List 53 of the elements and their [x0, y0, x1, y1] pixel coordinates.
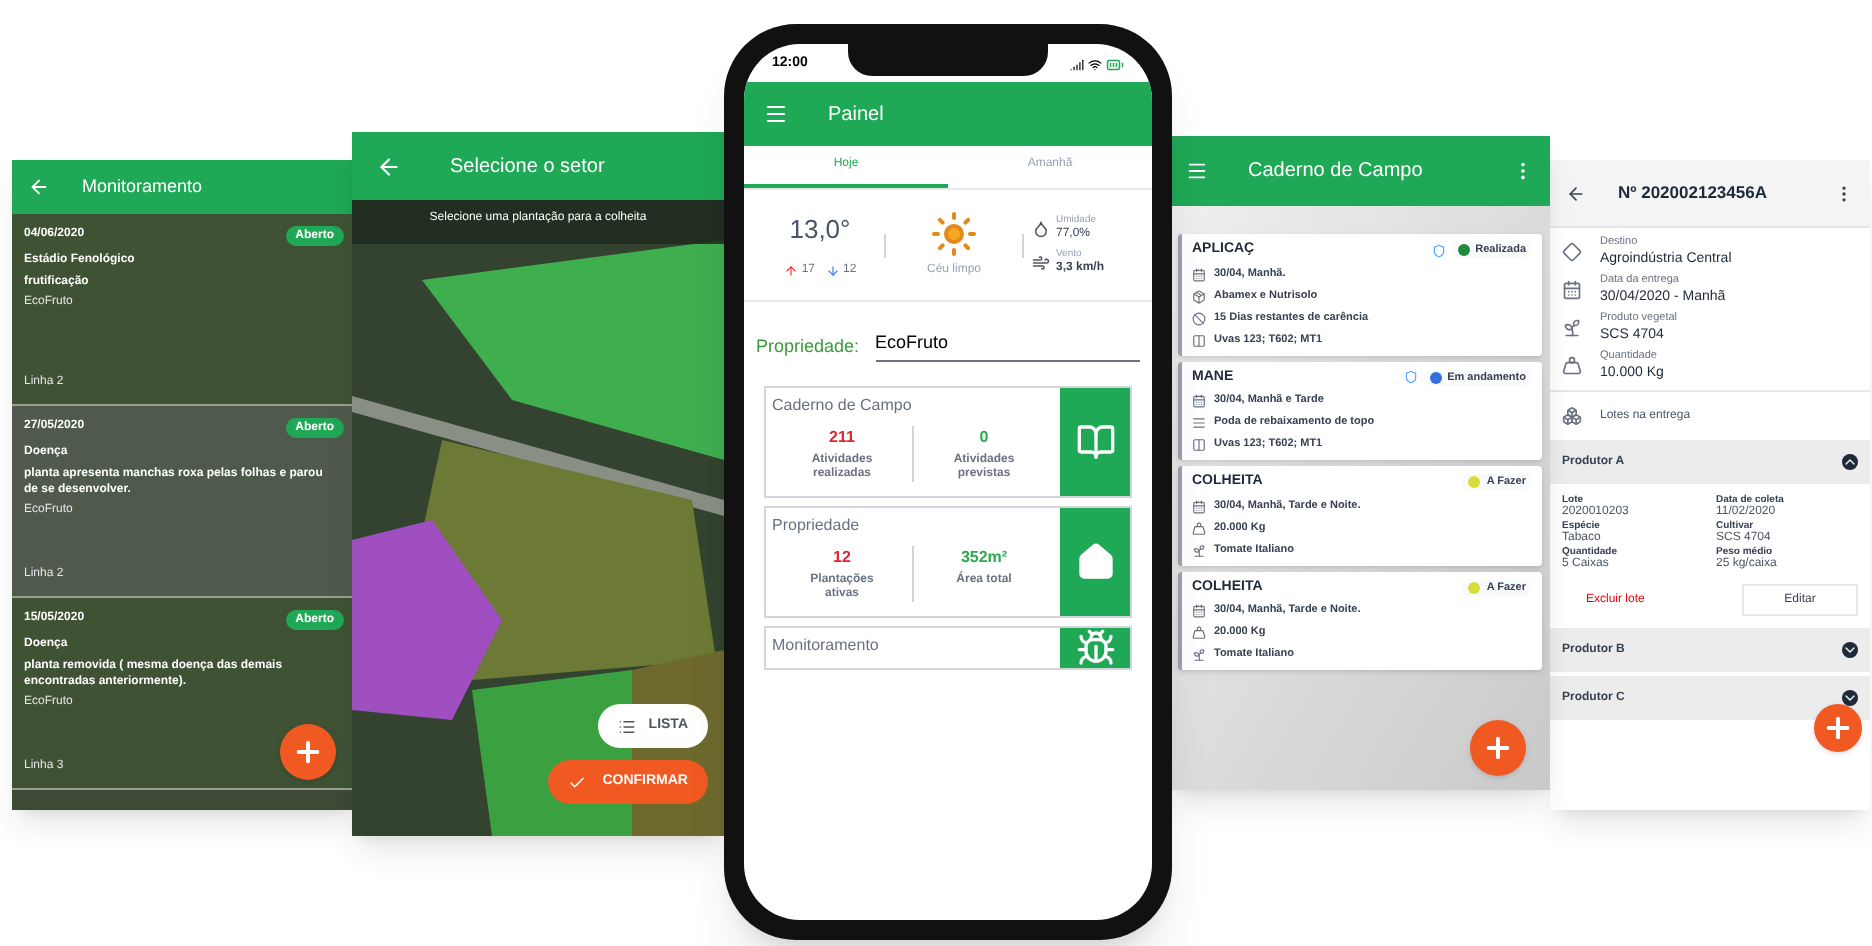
calendar-icon [1192, 499, 1206, 513]
temperature: 13,0° [789, 212, 851, 249]
prohibition-icon [1192, 311, 1206, 325]
plus-icon [1482, 732, 1514, 764]
stat-value: 352m² [960, 545, 1008, 569]
weight-icon [1192, 626, 1206, 640]
calendar-icon [1192, 394, 1206, 408]
droplet-icon [1032, 219, 1050, 237]
arrow-up-icon [783, 263, 798, 278]
stat-value: 211 [829, 425, 855, 449]
weight-icon [1562, 356, 1582, 376]
sprout-icon [1562, 318, 1582, 338]
card-title: Propriedade [772, 513, 862, 537]
diamond-icon [1562, 242, 1582, 262]
screen-title: Painel [828, 101, 884, 129]
signal-icon [1070, 58, 1084, 72]
screen-title: Nº 202002123456A [1618, 180, 1769, 206]
wifi-icon [1088, 58, 1102, 72]
list-icon [618, 717, 637, 735]
screen-title: Caderno de Campo [1248, 158, 1425, 186]
plus-icon [292, 736, 324, 768]
sprout-icon [1192, 543, 1206, 557]
bug-icon [1075, 627, 1115, 667]
house-icon [1075, 541, 1115, 581]
columns-icon [1192, 333, 1206, 347]
menu-icon[interactable] [1186, 160, 1208, 182]
property-label: Propriedade: [756, 334, 860, 360]
card-title: Monitoramento [772, 633, 881, 657]
summary-card[interactable]: Monitoramento [764, 625, 1132, 669]
boxes-icon [1562, 406, 1582, 426]
screen-title: Monitoramento [82, 173, 203, 200]
card-title: Caderno de Campo [772, 393, 914, 417]
book-icon [1075, 421, 1115, 461]
check-icon [568, 773, 587, 791]
sun-icon [930, 210, 978, 258]
menu-icon[interactable] [764, 102, 788, 126]
screen-title: Selecione o setor [450, 153, 605, 181]
calendar-icon [1562, 280, 1582, 300]
stat-value: 12 [833, 545, 851, 569]
back-icon[interactable] [1566, 183, 1586, 203]
battery-icon [1106, 56, 1124, 74]
property-field[interactable]: EcoFruto [875, 330, 1140, 361]
package-icon [1192, 289, 1206, 303]
arrow-down-icon [825, 263, 839, 278]
plus-icon [1822, 712, 1854, 744]
stat-value: 0 [979, 425, 989, 449]
calendar-icon [1192, 604, 1206, 618]
weight-icon [1192, 521, 1206, 535]
sprout-icon [1192, 648, 1206, 662]
columns-icon [1192, 438, 1206, 452]
calendar-icon [1192, 267, 1206, 281]
lines-icon [1192, 416, 1206, 430]
wind-icon [1032, 253, 1050, 271]
